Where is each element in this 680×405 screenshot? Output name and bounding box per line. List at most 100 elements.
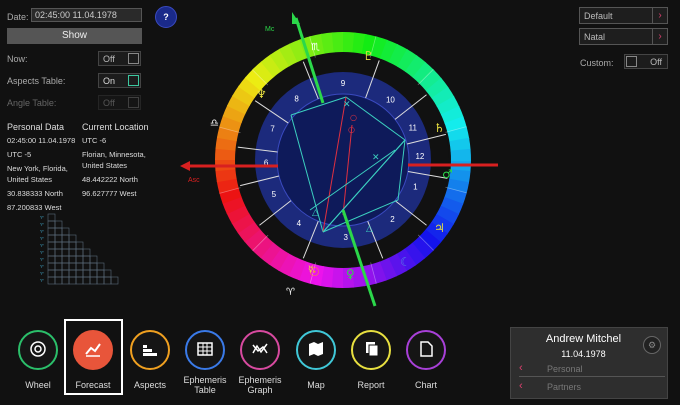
personal-latitude: 30.838333 North <box>7 189 63 198</box>
toolbar-label-2: Aspects <box>133 380 166 390</box>
mars-icon: ♂ <box>442 167 453 181</box>
angle-toggle-box <box>128 97 139 108</box>
svg-text:♈: ♈ <box>40 222 44 227</box>
help-icon[interactable]: ? <box>155 6 177 28</box>
toolbar-label-1: Forecast <box>75 380 111 390</box>
aspects-toggle-state: On <box>103 76 116 86</box>
profile-panel: Andrew Mitchel 11.04.1978 ⚙ ‹ Personal ‹… <box>510 327 668 399</box>
personal-utc: UTC -5 <box>7 150 32 159</box>
toolbar-chart-button[interactable] <box>406 330 446 370</box>
toolbar-ephemeris-table-button[interactable] <box>185 330 225 370</box>
personal-nav-label: Personal <box>547 364 583 374</box>
personal-city: New York, Florida, <box>7 164 68 173</box>
aries-icon: ♈ <box>286 287 295 298</box>
aspects-icon <box>140 339 160 361</box>
ephemeris-table-icon <box>195 339 215 361</box>
svg-text:♈: ♈ <box>40 264 44 269</box>
aspects-table-toggle[interactable]: On <box>98 73 141 88</box>
current-city: Florian, Minnesota, <box>82 150 146 159</box>
now-toggle[interactable]: Off <box>98 51 141 66</box>
natal-chart-wheel[interactable]: 123456789101112 ✕ ○ ○ △ ✕ △ Mc Asc ♄ ♂ ♃… <box>180 10 505 310</box>
house-number-7: 7 <box>270 125 275 134</box>
current-location-list: UTC -6 Florian, Minnesota, United States… <box>82 135 154 199</box>
neptune-icon: ♆ <box>256 87 267 101</box>
current-country: United States <box>82 161 128 170</box>
aspects-table-label: Aspects Table: <box>7 76 66 86</box>
angle-table-toggle[interactable]: Off <box>98 95 141 110</box>
profile-date: 11.04.1978 <box>561 349 606 359</box>
angle-toggle-state: Off <box>103 98 115 108</box>
custom-toggle-box <box>626 56 637 67</box>
chart-icon <box>416 339 436 361</box>
svg-text:♈: ♈ <box>40 257 44 262</box>
mc-label: Mc <box>265 26 275 33</box>
toolbar-label-7: Chart <box>414 380 437 390</box>
report-icon <box>361 339 381 361</box>
ephemeris-graph-icon <box>250 339 270 361</box>
partners-nav[interactable]: ‹ Partners <box>519 380 665 394</box>
toolbar-map-button[interactable] <box>296 330 336 370</box>
chevron-left-icon: ‹ <box>519 380 523 392</box>
svg-text:✕: ✕ <box>372 153 380 163</box>
toolbar-ephemeris-graph-button[interactable] <box>240 330 280 370</box>
toolbar-label-5: Map <box>307 380 325 390</box>
chart-style-value: Default <box>584 11 613 21</box>
chart-type-value: Natal <box>584 32 606 42</box>
house-number-4: 4 <box>297 219 302 228</box>
map-icon <box>306 339 326 361</box>
house-number-2: 2 <box>390 215 395 224</box>
partners-nav-label: Partners <box>547 382 582 392</box>
svg-text:♈: ♈ <box>40 229 44 234</box>
forecast-icon <box>83 339 103 361</box>
custom-toggle[interactable]: Off <box>624 54 668 69</box>
now-toggle-state: Off <box>103 54 115 64</box>
mercury-icon: ☿ <box>308 265 314 275</box>
house-number-8: 8 <box>294 95 299 104</box>
toolbar-wheel-button[interactable] <box>18 330 58 370</box>
chart-style-dropdown[interactable]: Default › <box>579 7 668 24</box>
chart-type-dropdown[interactable]: Natal › <box>579 28 668 45</box>
toolbar-forecast-button[interactable] <box>73 330 113 370</box>
svg-text:♈: ♈ <box>40 243 44 248</box>
toolbar-report-button[interactable] <box>351 330 391 370</box>
asc-label: Asc <box>188 177 200 184</box>
toolbar-label-0: Wheel <box>25 380 51 390</box>
house-number-5: 5 <box>272 190 277 199</box>
house-number-1: 1 <box>413 182 418 191</box>
toolbar-label-4: Ephemeris Graph <box>238 375 282 395</box>
current-utc: UTC -6 <box>82 136 107 145</box>
date-label: Date: <box>7 12 29 22</box>
svg-text:△: △ <box>312 208 319 218</box>
svg-text:♈: ♈ <box>40 215 44 220</box>
show-button[interactable]: Show <box>7 28 142 44</box>
now-label: Now: <box>7 54 28 64</box>
svg-text:△: △ <box>366 224 373 234</box>
toolbar-label-3: Ephemeris Table <box>183 375 227 395</box>
custom-toggle-state: Off <box>650 57 662 67</box>
aspects-toggle-box <box>128 75 139 86</box>
gear-icon[interactable]: ⚙ <box>643 336 661 354</box>
svg-text:○: ○ <box>350 113 357 122</box>
svg-text:♈: ♈ <box>40 278 44 283</box>
personal-data-list: 02:45:00 11.04.1978 UTC -5 New York, Flo… <box>7 135 79 213</box>
house-number-3: 3 <box>343 233 348 242</box>
toolbar-label-6: Report <box>357 380 385 390</box>
house-number-9: 9 <box>341 79 346 88</box>
saturn-icon: ♄ <box>434 121 445 135</box>
date-input[interactable]: 02:45:00 11.04.1978 <box>31 8 142 22</box>
profile-name: Andrew Mitchel <box>545 333 622 345</box>
toolbar-aspects-button[interactable] <box>130 330 170 370</box>
house-number-12: 12 <box>415 152 424 161</box>
scorpio-icon: ♏ <box>311 42 320 53</box>
svg-text:♈: ♈ <box>40 271 44 276</box>
current-latitude: 48.442222 North <box>82 175 138 184</box>
house-number-10: 10 <box>386 95 395 104</box>
now-toggle-box <box>128 53 139 64</box>
personal-nav[interactable]: ‹ Personal <box>519 362 665 377</box>
house-number-11: 11 <box>409 123 418 132</box>
venus-icon: ♀ <box>346 267 355 281</box>
pluto-icon: ♇ <box>363 49 374 63</box>
personal-time: 02:45:00 11.04.1978 <box>7 136 76 145</box>
aspects-grid: ♈ ♈ ♈ ♈ ♈ ♈ ♈ ♈ ♈ ♈ <box>40 213 119 285</box>
wheel-icon <box>28 339 48 361</box>
